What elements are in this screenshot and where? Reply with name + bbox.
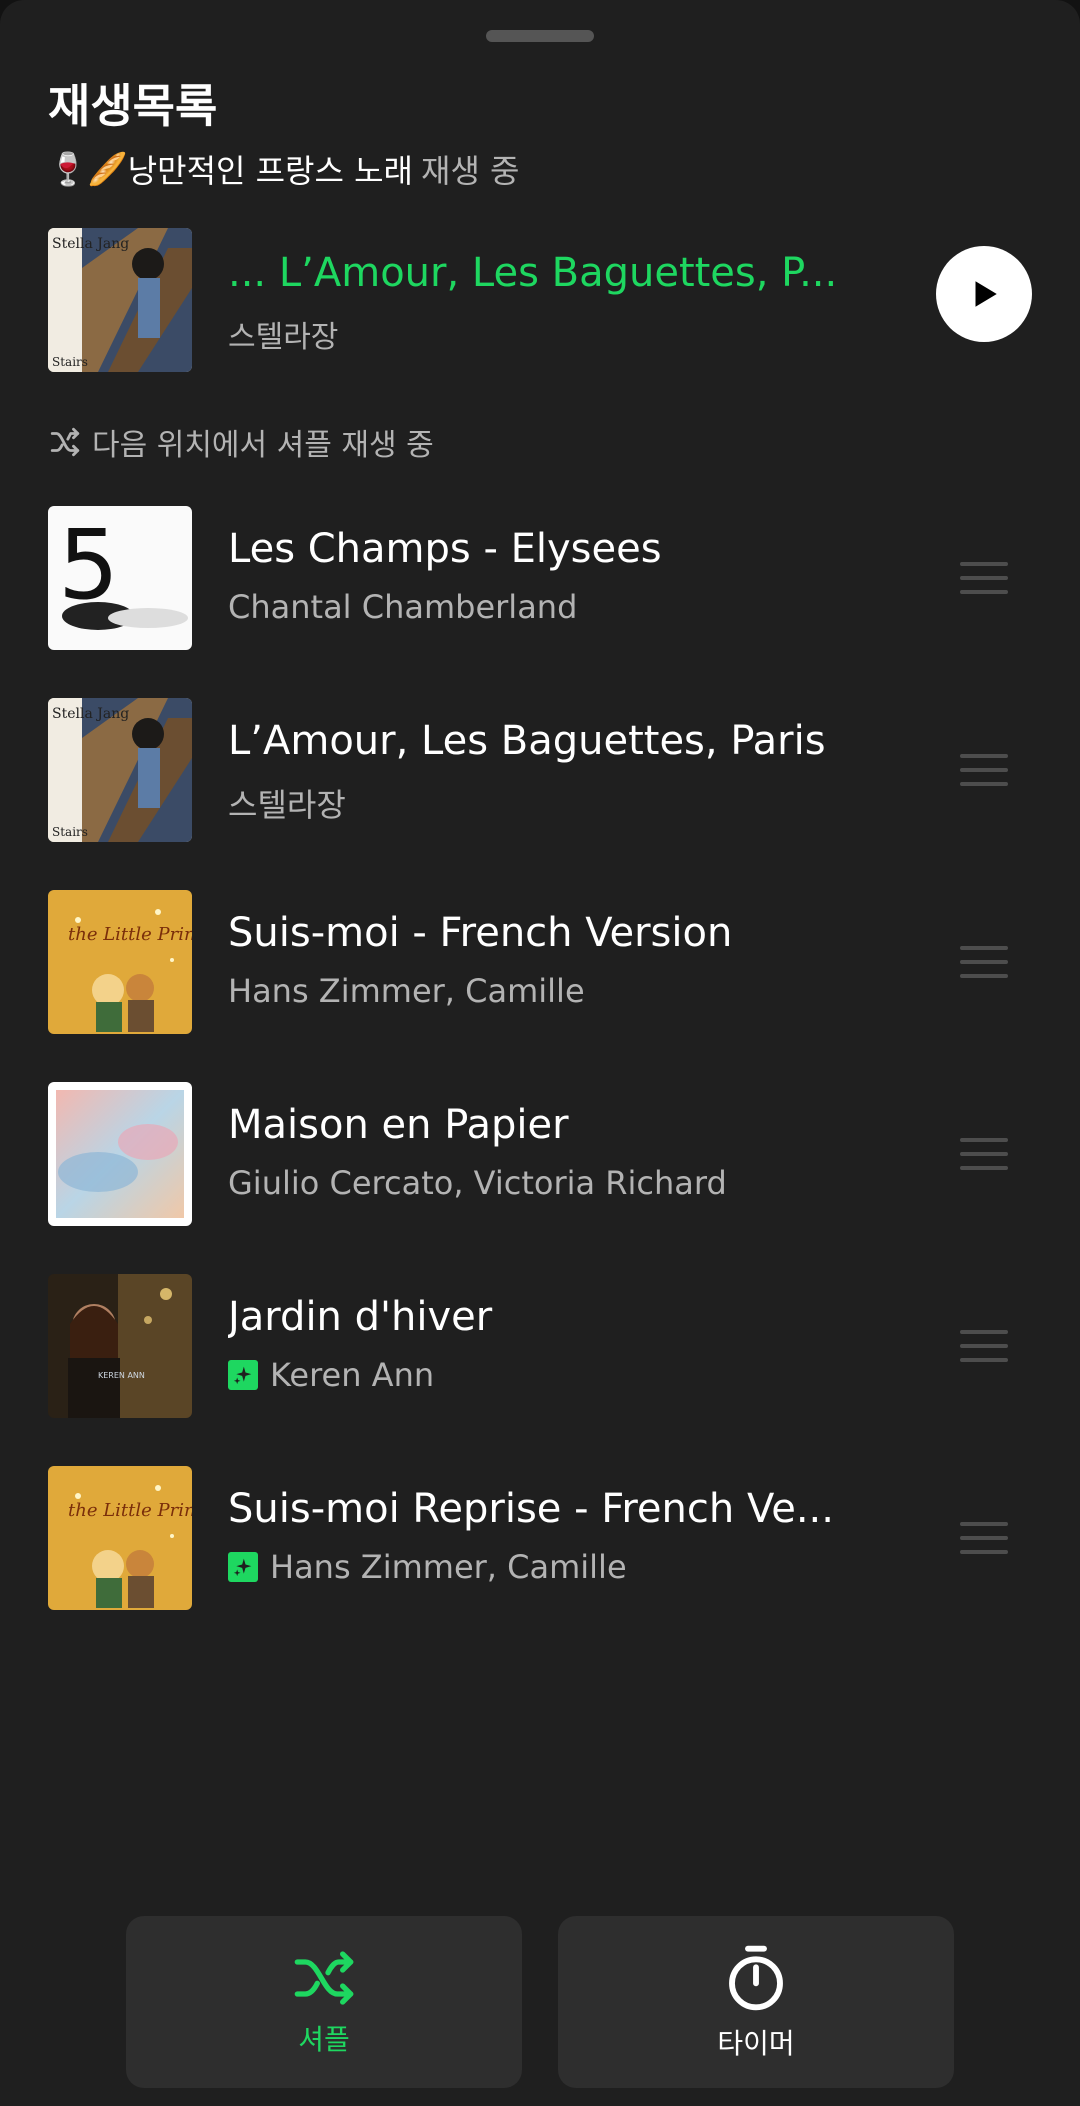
shuffle-label: 셔플 [298,2023,350,2056]
sparkle-badge-icon [228,1552,258,1582]
now-playing-artist: 스텔라장 [228,320,339,355]
album-art-champs: 5 [48,506,192,650]
queue-item[interactable]: Stella Jang Stairs L’Amour, Les Baguette… [48,698,1032,890]
queue-list: 5 Les Champs - Elysees Chantal Chamberla… [48,506,1032,1658]
album-art-little-prince: the Little Prince [48,1466,192,1610]
drag-handle-icon[interactable] [960,562,1008,594]
context-emoji: 🍷🥖 [48,150,128,188]
bottom-button-bar: 셔플 타이머 [126,1916,954,2088]
svg-text:Stella Jang: Stella Jang [52,706,129,722]
track-artist: 스텔라장 [228,786,346,824]
svg-text:the Little Prince: the Little Prince [68,924,192,945]
context-status: 재생 중 [421,152,520,190]
album-art-maison [48,1082,192,1226]
track-title: Suis-moi Reprise - French Ve... [228,1486,834,1532]
queue-item[interactable]: KEREN ANN Jardin d'hiver Keren Ann [48,1274,1032,1466]
now-playing-title: ... L’Amour, Les Baguettes, P... [228,250,838,296]
track-title: L’Amour, Les Baguettes, Paris [228,718,826,764]
track-title: Maison en Papier [228,1102,569,1148]
art-top-text: Stella Jang [52,236,129,252]
shuffle-note: 다음 위치에서 셔플 재생 중 [48,420,434,464]
shuffle-button[interactable]: 셔플 [126,1916,522,2088]
shuffle-icon [294,1951,354,2005]
track-artist: Keren Ann [228,1356,434,1394]
svg-text:the Little Prince: the Little Prince [68,1500,192,1521]
play-icon [975,281,997,307]
drag-handle-icon[interactable] [960,1330,1008,1362]
sheet-title: 재생목록 [48,79,218,133]
track-artist: Hans Zimmer, Camille [228,972,585,1010]
timer-label: 타이머 [717,2027,795,2060]
track-title: Jardin d'hiver [228,1294,493,1340]
drag-handle-icon[interactable] [960,1138,1008,1170]
drag-handle-icon[interactable] [960,946,1008,978]
timer-button[interactable]: 타이머 [558,1916,954,2088]
shuffle-note-text: 다음 위치에서 셔플 재생 중 [92,428,434,463]
album-art-stairs: Stella Jang Stairs [48,698,192,842]
art-bottom-text: Stairs [52,355,88,369]
queue-item[interactable]: the Little Prince Suis-moi - French Vers… [48,890,1032,1082]
album-art-little-prince: the Little Prince [48,890,192,1034]
queue-sheet: 재생목록 🍷🥖 낭만적인 프랑스 노래 재생 중 Stella Jang Sta… [0,0,1080,2106]
context-playlist-name[interactable]: 낭만적인 프랑스 노래 [128,146,413,192]
playing-context: 🍷🥖 낭만적인 프랑스 노래 재생 중 [48,146,520,192]
sparkle-badge-icon [228,1360,258,1390]
track-title: Les Champs - Elysees [228,526,662,572]
play-button[interactable] [936,246,1032,342]
queue-item[interactable]: 5 Les Champs - Elysees Chantal Chamberla… [48,506,1032,698]
queue-item[interactable]: the Little Prince Suis-moi Reprise - Fre… [48,1466,1032,1658]
drag-handle-icon[interactable] [960,1522,1008,1554]
queue-item[interactable]: Maison en Papier Giulio Cercato, Victori… [48,1082,1032,1274]
track-title: Suis-moi - French Version [228,910,733,956]
sheet-drag-handle[interactable] [486,30,594,42]
now-playing-row[interactable]: Stella Jang Stairs ... L’Amour, Les Bagu… [48,228,1032,374]
svg-text:KEREN ANN: KEREN ANN [98,1371,145,1380]
album-art-keren-ann: KEREN ANN [48,1274,192,1418]
drag-handle-icon[interactable] [960,754,1008,786]
track-artist: Chantal Chamberland [228,588,578,626]
shuffle-icon [50,427,80,457]
svg-text:Stairs: Stairs [52,825,88,839]
timer-icon [729,1945,783,2011]
album-art-stairs: Stella Jang Stairs [48,228,192,372]
track-artist: Hans Zimmer, Camille [228,1548,627,1586]
track-artist: Giulio Cercato, Victoria Richard [228,1164,727,1202]
